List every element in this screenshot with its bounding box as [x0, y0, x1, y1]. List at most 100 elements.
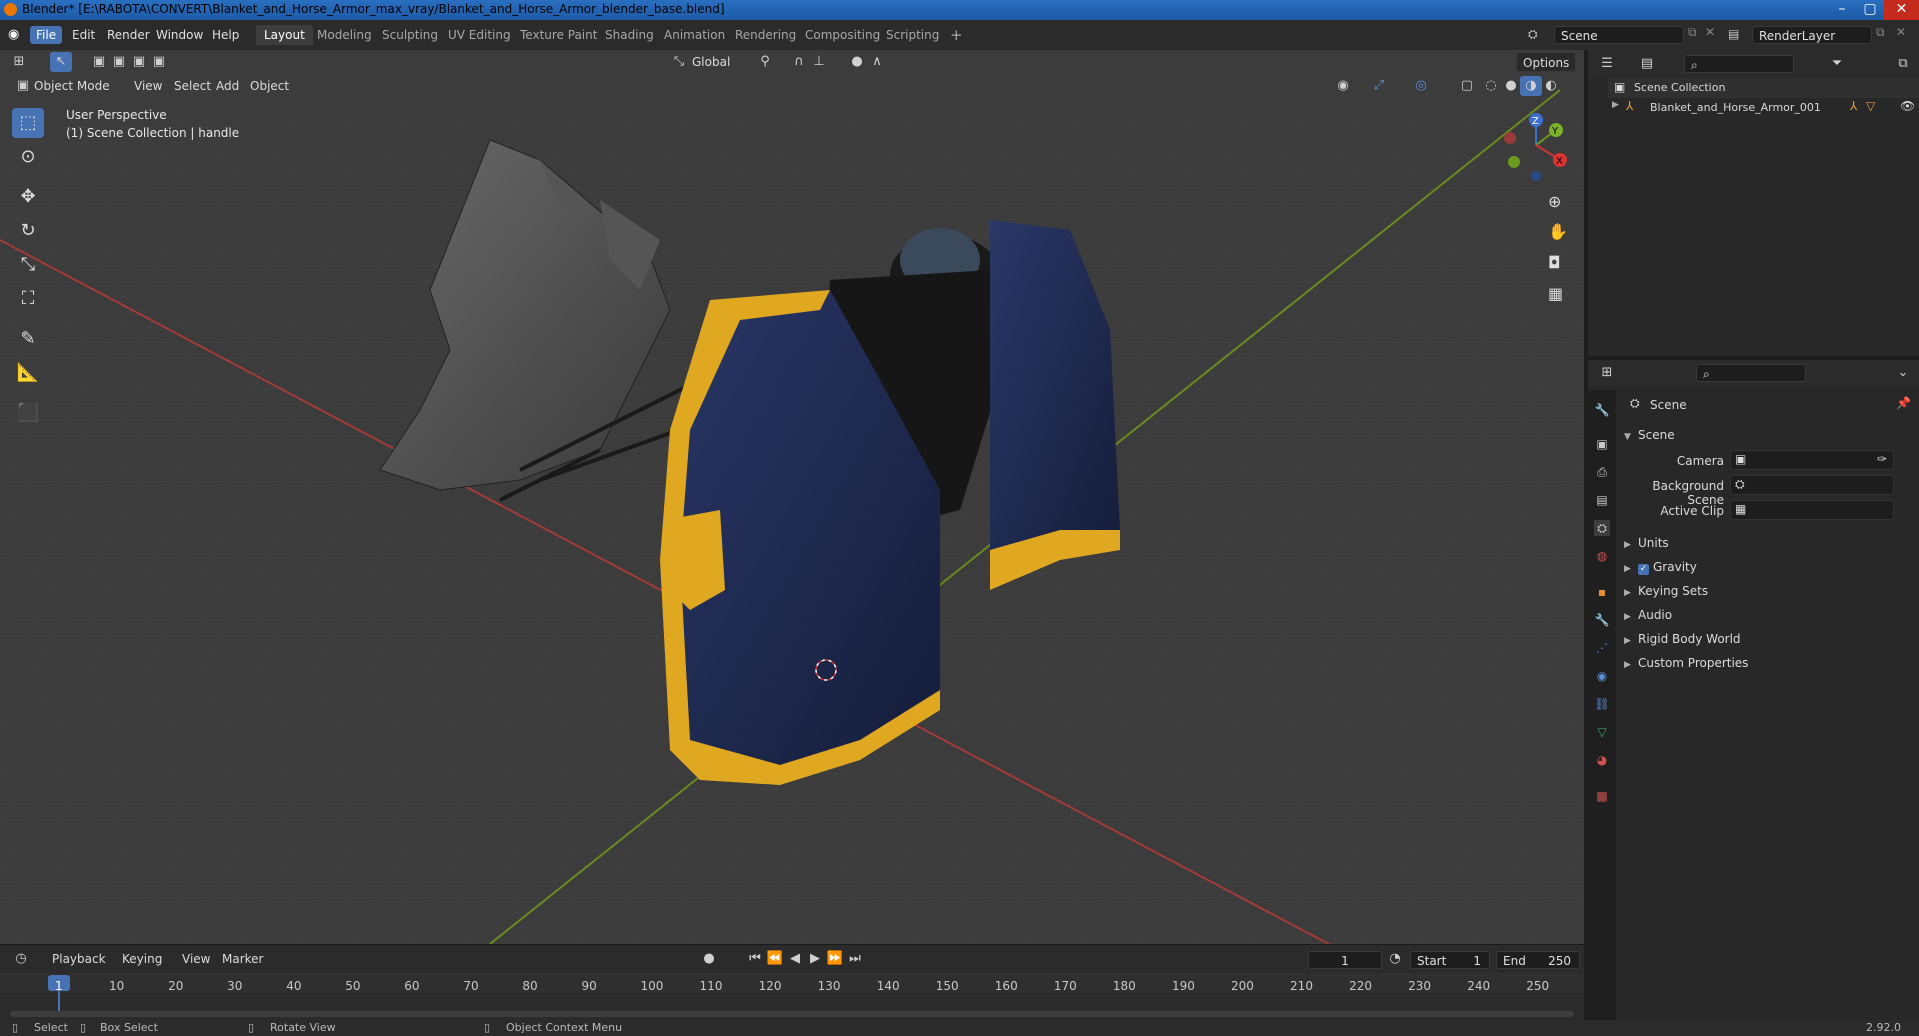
camera-field[interactable]: ▣ ✑	[1730, 450, 1894, 470]
minimize-button[interactable]: –	[1828, 0, 1856, 20]
overlay-toggle-icon[interactable]: ◎	[1410, 76, 1432, 96]
object-mode-dropdown[interactable]: Object Mode	[28, 76, 116, 96]
end-frame-field[interactable]: End 250	[1496, 951, 1580, 969]
tab-modeling[interactable]: Modeling	[309, 25, 380, 45]
object-data-tab-icon[interactable]: ▽	[1594, 724, 1610, 740]
menu-window[interactable]: Window	[150, 26, 209, 44]
record-icon[interactable]: ●	[698, 949, 720, 969]
tab-layout[interactable]: Layout	[256, 25, 313, 45]
pivot-icon[interactable]: ⚲	[754, 52, 776, 72]
scene-close-icon[interactable]: ✕	[1705, 25, 1715, 39]
renderlayer-icon[interactable]: ▤	[1728, 27, 1739, 41]
jump-end-icon[interactable]: ⏭	[844, 949, 866, 969]
tab-compositing[interactable]: Compositing	[797, 25, 888, 45]
scale-tool-icon[interactable]: ⤡	[12, 250, 44, 280]
constraints-tab-icon[interactable]: ⛓	[1594, 696, 1610, 712]
rendered-shading-icon[interactable]: ◐	[1540, 76, 1562, 96]
gravity-checkbox[interactable]: ✓	[1638, 564, 1649, 575]
jump-start-icon[interactable]: ⏮	[744, 949, 766, 969]
modifier-tab-icon[interactable]: 🔧	[1594, 612, 1610, 628]
snap-target-icon[interactable]: ⊥	[808, 52, 830, 72]
properties-options-icon[interactable]: ⌄	[1892, 363, 1914, 383]
filter-icon[interactable]: ⏷	[1826, 54, 1848, 74]
transform-orientation-dropdown[interactable]: Global	[686, 52, 736, 72]
panel-gravity[interactable]: ▶ ✓ Gravity	[1624, 560, 1697, 575]
snap-icon[interactable]: ∩	[788, 52, 810, 72]
properties-editor-type-icon[interactable]: ⊞	[1596, 363, 1618, 383]
falloff-icon[interactable]: ∧	[866, 52, 888, 72]
viewport-menu-add[interactable]: Add	[210, 76, 245, 96]
select-mode-intersect-icon[interactable]: ▣	[148, 52, 170, 72]
annotate-tool-icon[interactable]: ✎	[12, 324, 44, 354]
panel-keying-sets[interactable]: ▶ Keying Sets	[1624, 584, 1708, 598]
properties-search-input[interactable]: ⌕	[1696, 364, 1806, 382]
new-collection-icon[interactable]: ⧉	[1892, 54, 1914, 74]
transform-tool-icon[interactable]: ⛶	[12, 284, 44, 314]
physics-tab-icon[interactable]: ◉	[1594, 668, 1610, 684]
camera-view-icon[interactable]: ◘	[1548, 253, 1561, 272]
renderlayer-field[interactable]: RenderLayer	[1752, 26, 1872, 44]
3d-viewport[interactable]: Z Y X User Perspective (1) Scene Collect…	[0, 50, 1584, 944]
select-box-tool-icon[interactable]: ⬚	[12, 108, 44, 138]
viewport-menu-object[interactable]: Object	[244, 76, 295, 96]
outliner-editor-type-icon[interactable]: ☰	[1596, 54, 1618, 74]
particles-tab-icon[interactable]: ⋰	[1594, 640, 1610, 656]
object-tab-icon[interactable]: ▪	[1594, 584, 1610, 600]
timeline-menu-marker[interactable]: Marker	[216, 949, 269, 969]
visibility-icon[interactable]: ◉	[1332, 76, 1354, 96]
output-tab-icon[interactable]: ⎙	[1594, 464, 1610, 480]
add-workspace-button[interactable]: +	[942, 25, 971, 45]
timeline-menu-playback[interactable]: Playback	[46, 949, 112, 969]
panel-units[interactable]: ▶ Units	[1624, 536, 1669, 550]
tab-rendering[interactable]: Rendering	[727, 25, 804, 45]
timeline-editor-type-icon[interactable]: ◷	[10, 949, 32, 969]
material-shading-icon[interactable]: ◑	[1520, 76, 1542, 96]
select-tool-icon[interactable]: ↖	[50, 52, 72, 72]
tab-texture-paint[interactable]: Texture Paint	[512, 25, 605, 45]
play-icon[interactable]: ▶	[804, 949, 826, 969]
timeline-menu-keying[interactable]: Keying	[116, 949, 168, 969]
close-window-button[interactable]: ✕	[1884, 0, 1919, 20]
timeline-scrollbar[interactable]	[10, 1011, 1574, 1017]
display-mode-icon[interactable]: ▤	[1636, 54, 1658, 74]
pin-icon[interactable]: 📌	[1896, 396, 1911, 410]
background-scene-field[interactable]: ⛭	[1730, 475, 1894, 495]
select-mode-extend-icon[interactable]: ▣	[108, 52, 130, 72]
menu-help[interactable]: Help	[206, 26, 245, 44]
world-tab-icon[interactable]: ◍	[1594, 548, 1610, 564]
play-reverse-icon[interactable]: ◀	[784, 949, 806, 969]
tab-uv-editing[interactable]: UV Editing	[440, 25, 519, 45]
expand-arrow-icon[interactable]: ▶	[1612, 100, 1619, 110]
measure-tool-icon[interactable]: 📐	[12, 358, 44, 388]
timeline-menu-view[interactable]: View	[176, 949, 216, 969]
panel-rigid-body-world[interactable]: ▶ Rigid Body World	[1624, 632, 1741, 646]
solid-shading-icon[interactable]: ●	[1500, 76, 1522, 96]
tab-animation[interactable]: Animation	[656, 25, 733, 45]
maximize-button[interactable]: ▢	[1856, 0, 1884, 20]
view-layer-tab-icon[interactable]: ▤	[1594, 492, 1610, 508]
menu-file[interactable]: File	[30, 26, 63, 44]
cursor-tool-icon[interactable]: ⊙	[12, 142, 44, 172]
outliner-row-object[interactable]: ▶ ⅄ Blanket_and_Horse_Armor_001 ⅄ ▽ 👁	[1608, 98, 1919, 118]
wireframe-shading-icon[interactable]: ◌	[1480, 76, 1502, 96]
ortho-grid-icon[interactable]: ▦	[1548, 284, 1563, 303]
proportional-edit-icon[interactable]: ●	[846, 52, 868, 72]
gizmo-toggle-icon[interactable]: ⤢	[1368, 76, 1390, 96]
menu-edit[interactable]: Edit	[66, 26, 101, 44]
next-keyframe-icon[interactable]: ⏩	[824, 949, 846, 969]
outliner-search-input[interactable]: ⌕	[1684, 55, 1794, 73]
add-cube-tool-icon[interactable]: ⬛	[12, 398, 44, 428]
render-tab-icon[interactable]: ▣	[1594, 436, 1610, 452]
panel-custom-properties[interactable]: ▶ Custom Properties	[1624, 656, 1748, 670]
select-mode-subtract-icon[interactable]: ▣	[128, 52, 150, 72]
select-mode-new-icon[interactable]: ▣	[88, 52, 110, 72]
viewport-menu-view[interactable]: View	[128, 76, 168, 96]
outliner-row-scene-collection[interactable]: ▣ Scene Collection	[1608, 78, 1919, 98]
active-clip-field[interactable]: ▦	[1730, 500, 1894, 520]
texture-tab-icon[interactable]: ▩	[1594, 788, 1610, 804]
editor-type-icon[interactable]: ⊞	[8, 52, 30, 72]
current-frame-field[interactable]: 1	[1308, 951, 1382, 969]
rotate-tool-icon[interactable]: ↻	[12, 216, 44, 246]
scene-new-icon[interactable]: ⧉	[1688, 25, 1697, 40]
tab-sculpting[interactable]: Sculpting	[374, 25, 446, 45]
